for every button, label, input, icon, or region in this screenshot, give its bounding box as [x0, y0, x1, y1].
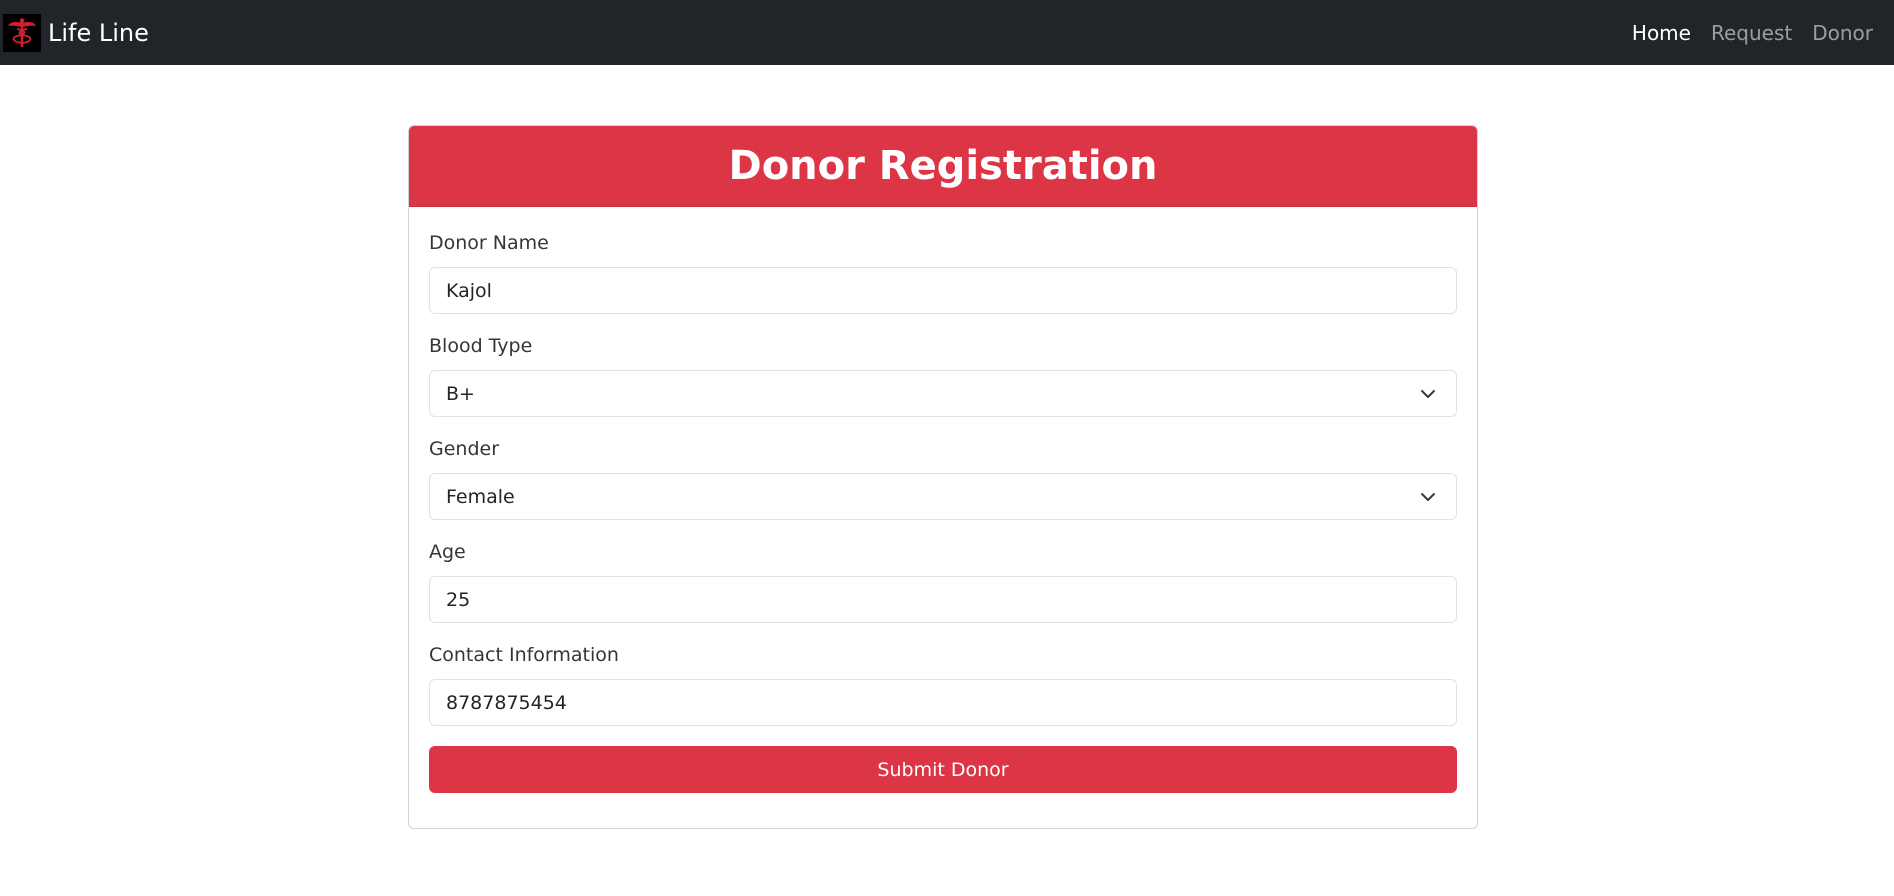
chevron-down-icon: [1421, 389, 1435, 398]
nav-links: Home Request Donor: [1612, 0, 1873, 65]
gender-select[interactable]: Female: [429, 473, 1457, 520]
donor-name-input[interactable]: Kajol: [429, 267, 1457, 314]
donor-name-group: Donor Name Kajol: [429, 231, 1457, 314]
nav-link-home[interactable]: Home: [1632, 21, 1691, 45]
gender-value: Female: [446, 485, 515, 508]
age-input[interactable]: 25: [429, 576, 1457, 623]
blood-type-label: Blood Type: [429, 335, 533, 357]
donor-name-value: Kajol: [446, 279, 492, 302]
contact-value: 8787875454: [446, 691, 567, 714]
navbar: Life Line Home Request Donor: [0, 0, 1894, 65]
brand-name: Life Line: [48, 18, 149, 47]
age-value: 25: [446, 588, 471, 611]
donor-form: Donor Name Kajol Blood Type B+ Gender Fe…: [409, 207, 1477, 813]
caduceus-icon: [3, 13, 41, 52]
blood-type-value: B+: [446, 382, 475, 405]
nav-link-request[interactable]: Request: [1711, 21, 1792, 45]
donor-registration-card: Donor Registration Donor Name Kajol Bloo…: [408, 125, 1478, 829]
gender-label: Gender: [429, 438, 500, 460]
chevron-down-icon: [1421, 492, 1435, 501]
age-label: Age: [429, 541, 466, 563]
age-group: Age 25: [429, 540, 1457, 623]
page-title: Donor Registration: [728, 143, 1158, 189]
gender-group: Gender Female: [429, 437, 1457, 520]
contact-input[interactable]: 8787875454: [429, 679, 1457, 726]
card-header: Donor Registration: [409, 126, 1477, 207]
donor-name-label: Donor Name: [429, 232, 549, 254]
blood-type-group: Blood Type B+: [429, 334, 1457, 417]
contact-group: Contact Information 8787875454: [429, 643, 1457, 726]
submit-donor-button[interactable]: Submit Donor: [429, 746, 1457, 793]
blood-type-select[interactable]: B+: [429, 370, 1457, 417]
contact-label: Contact Information: [429, 644, 619, 666]
nav-link-donor[interactable]: Donor: [1812, 21, 1873, 45]
brand-link[interactable]: Life Line: [3, 13, 149, 52]
